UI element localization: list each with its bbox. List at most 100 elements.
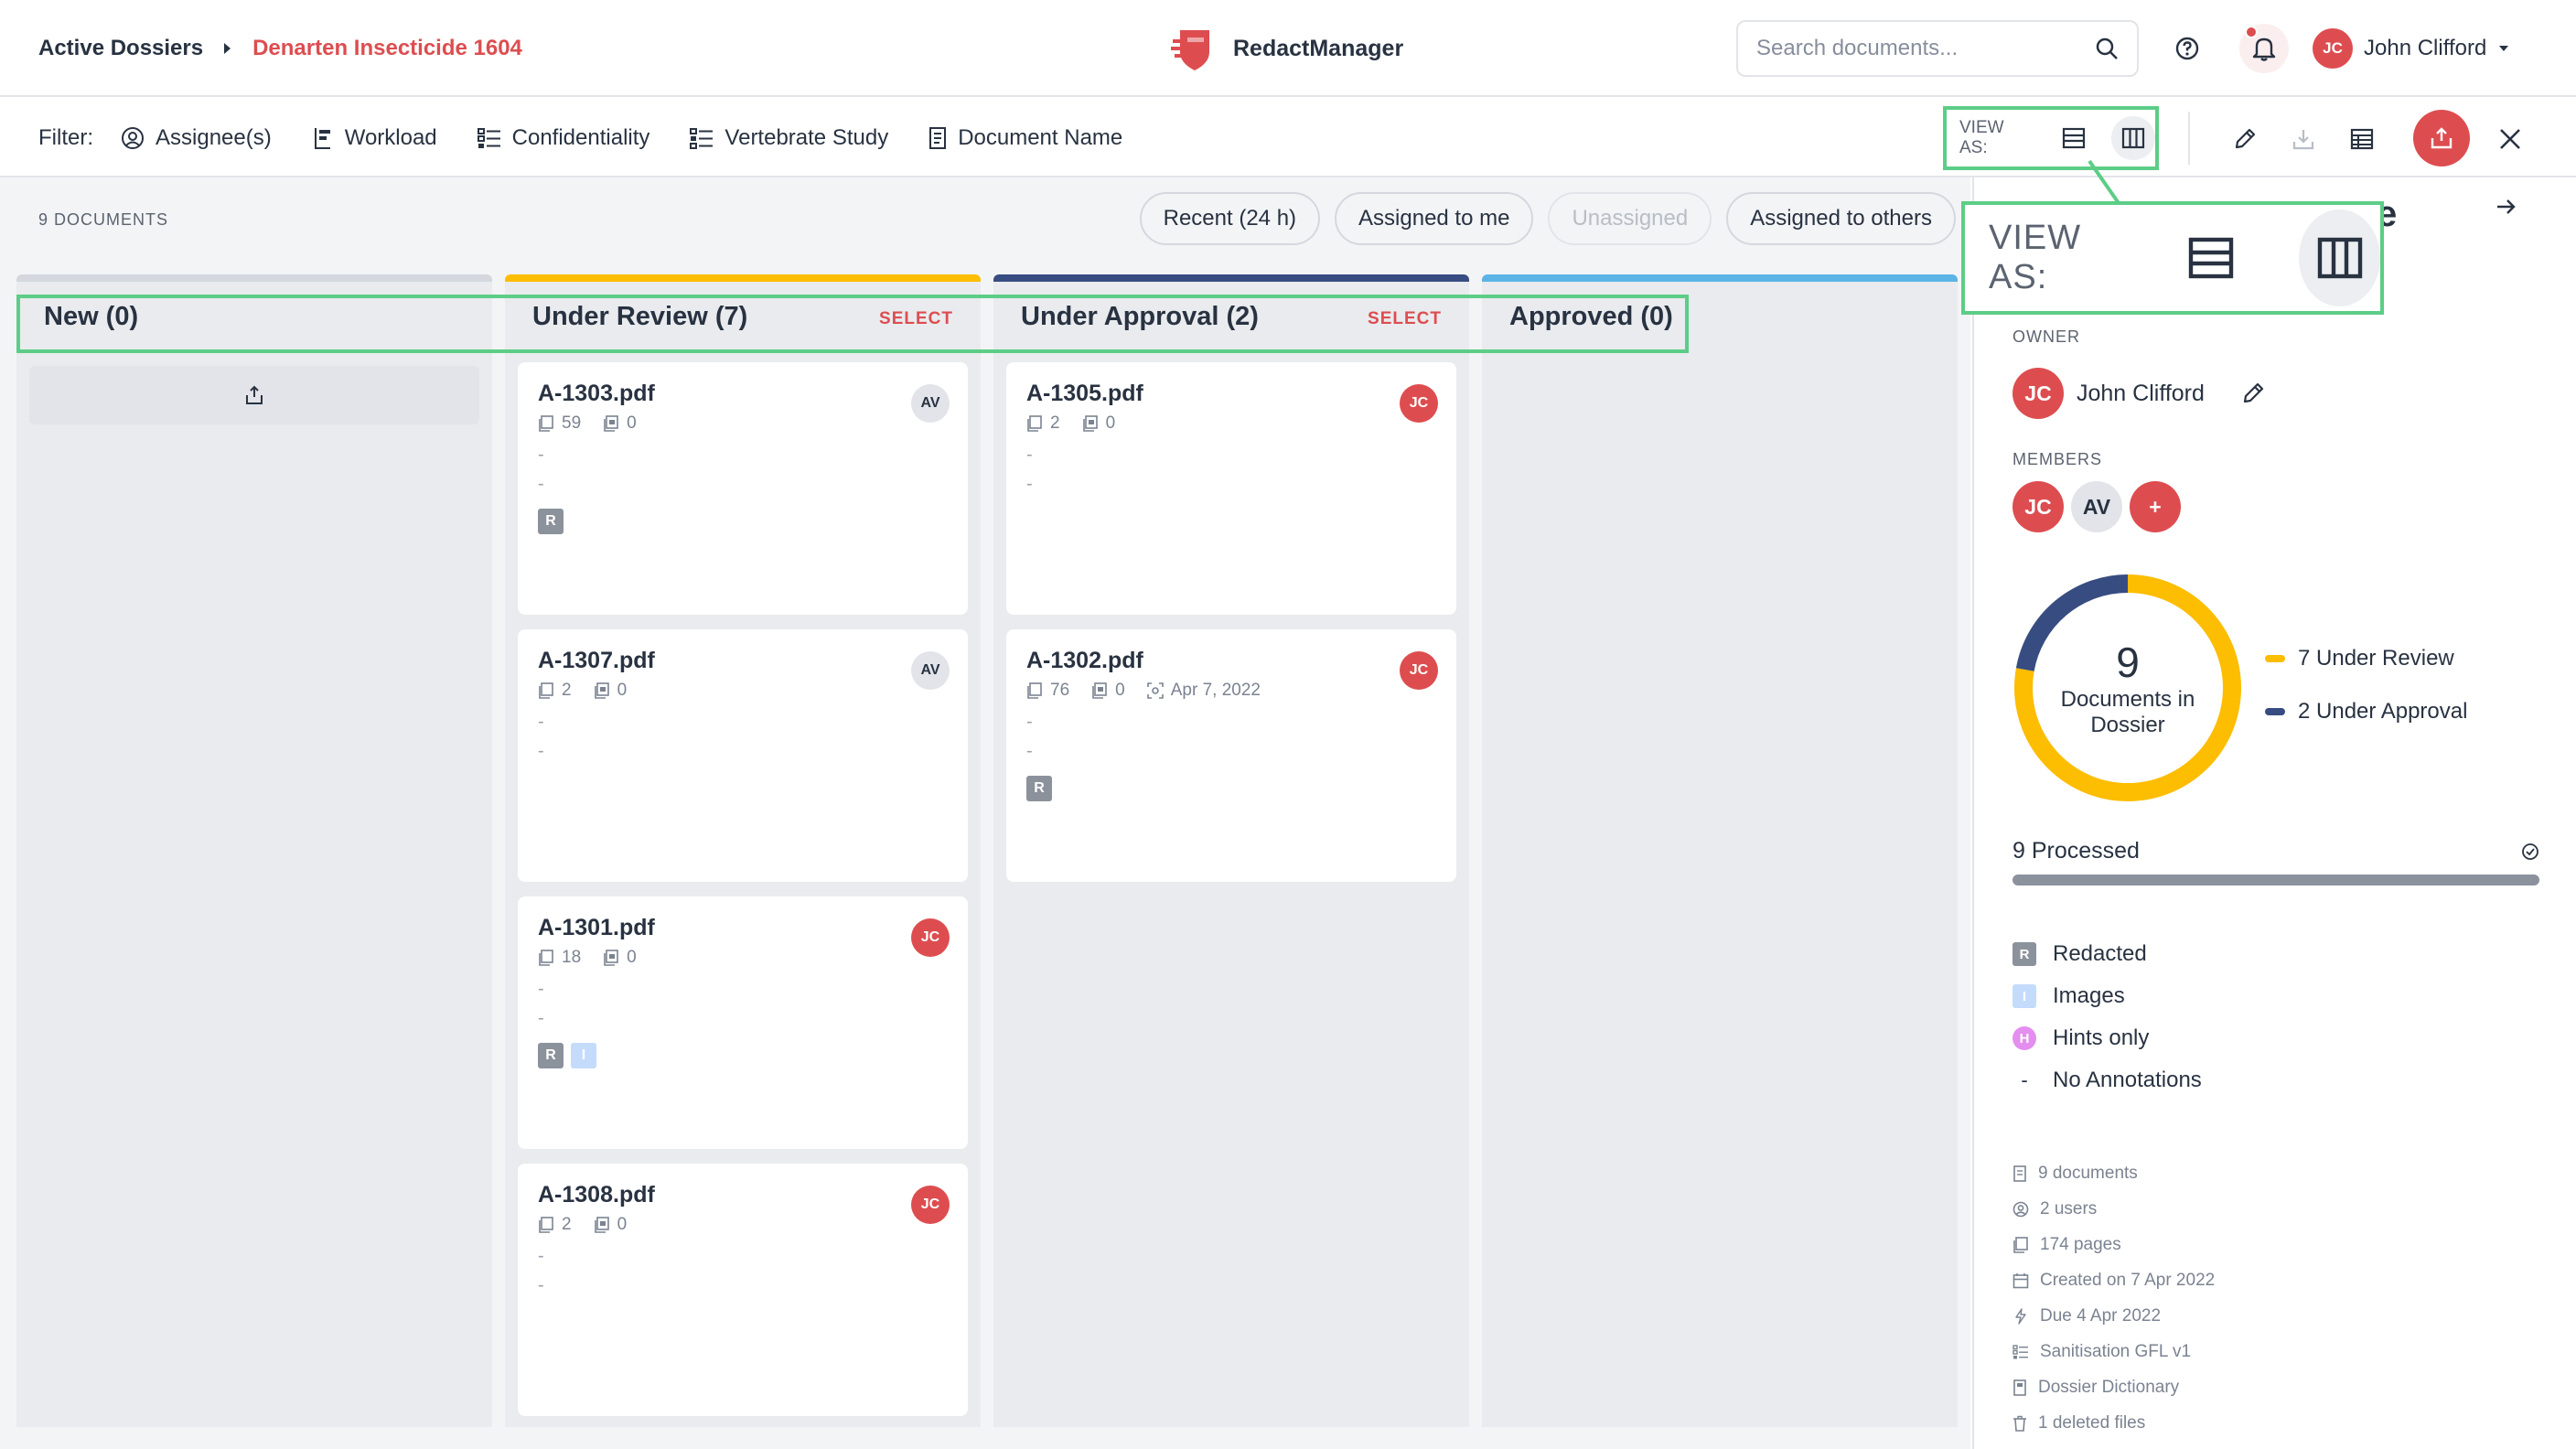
member-avatar[interactable]: AV <box>2071 481 2122 532</box>
calendar-icon <box>2012 1273 2029 1289</box>
owner-name: John Clifford <box>2077 380 2205 406</box>
annotation-count: 0 <box>617 1215 628 1234</box>
column-color-bar <box>993 274 1469 282</box>
user-name: John Clifford <box>2364 36 2487 60</box>
member-avatar[interactable]: JC <box>2012 481 2064 532</box>
annotations-icon <box>1092 682 1107 699</box>
card-dash: - <box>538 474 544 494</box>
quick-filter-assigned-to-others[interactable]: Assigned to others <box>1726 192 1956 245</box>
zoom-list-view-button <box>2170 209 2251 306</box>
document-card[interactable]: A-1303.pdf 59 0 - - R AV <box>518 362 968 615</box>
column-under-approval: Under Approval (2) SELECT A-1305.pdf 2 0… <box>993 274 1469 1427</box>
page-count: 2 <box>562 681 572 700</box>
download-button[interactable] <box>2278 113 2329 165</box>
dossier-board: 9 DOCUMENTS Recent (24 h) Assigned to me… <box>0 177 1970 1449</box>
toolbar-divider <box>2188 112 2190 165</box>
add-member-button[interactable]: + <box>2130 481 2181 532</box>
annotation-count: 0 <box>627 948 637 967</box>
document-meta: 76 0 Apr 7, 2022 <box>1026 681 1273 701</box>
document-meta: 2 0 <box>538 681 639 701</box>
assignee-avatar[interactable]: JC <box>911 1186 950 1224</box>
column-title: New (0) <box>44 302 139 331</box>
search-input[interactable] <box>1756 36 2067 61</box>
annotation-count: 0 <box>1105 413 1116 433</box>
quick-filter-recent[interactable]: Recent (24 h) <box>1139 192 1321 245</box>
column-approved: Approved (0) <box>1482 274 1958 1427</box>
filter-document-name[interactable]: Document Name <box>928 125 1122 151</box>
filter-vertebrate-study[interactable]: Vertebrate Study <box>690 125 888 151</box>
stat-text: Created on 7 Apr 2022 <box>2040 1271 2216 1290</box>
breadcrumb-current-dossier[interactable]: Denarten Insecticide 1604 <box>252 36 522 61</box>
legend-under-review[interactable]: 7 Under Review <box>2265 646 2467 671</box>
card-dash: - <box>1026 712 1033 732</box>
search-icon[interactable] <box>2095 37 2119 60</box>
document-name: A-1302.pdf <box>1026 648 1143 673</box>
legend-swatch <box>2265 708 2285 715</box>
column-color-bar <box>16 274 492 282</box>
legend-images: I Images <box>2012 983 2202 1008</box>
pages-icon <box>1027 682 1042 699</box>
app-logo[interactable]: RedactManager <box>1171 22 1403 75</box>
arrow-right-icon <box>2497 199 2516 214</box>
assignee-avatar[interactable]: JC <box>911 918 950 957</box>
filter-workload-label: Workload <box>344 125 437 150</box>
quick-filter-assigned-to-me[interactable]: Assigned to me <box>1335 192 1534 245</box>
collapse-panel-button[interactable] <box>2496 198 2517 216</box>
legend-label: Images <box>2053 983 2125 1008</box>
document-meta: 59 0 <box>538 413 649 434</box>
processed-status: 9 Processed <box>2012 838 2539 864</box>
view-as-list-button[interactable] <box>2052 116 2096 160</box>
notifications-button[interactable] <box>2239 24 2289 73</box>
column-under-review: Under Review (7) SELECT A-1303.pdf 59 0 … <box>505 274 981 1427</box>
breadcrumb-active-dossiers[interactable]: Active Dossiers <box>38 36 203 61</box>
zoom-board-view-button <box>2299 209 2380 306</box>
upload-drop-zone[interactable] <box>29 366 479 424</box>
assignee-avatar[interactable]: JC <box>1400 384 1438 423</box>
legend-redacted: R Redacted <box>2012 941 2202 966</box>
annotations-icon <box>594 682 609 699</box>
stat-text: 174 pages <box>2040 1235 2121 1254</box>
legend-under-approval[interactable]: 2 Under Approval <box>2265 699 2467 724</box>
document-card[interactable]: A-1305.pdf 2 0 - - JC <box>1006 362 1456 615</box>
stat-dictionary: Dossier Dictionary <box>2012 1378 2215 1398</box>
document-meta: 18 0 <box>538 948 649 968</box>
search-box[interactable] <box>1736 20 2139 77</box>
annotation-tags: R <box>538 509 564 534</box>
quick-filter-unassigned[interactable]: Unassigned <box>1548 192 1712 245</box>
breadcrumb: Active Dossiers Denarten Insecticide 160… <box>38 0 522 97</box>
filter-confidentiality[interactable]: Confidentiality <box>477 125 649 151</box>
members-label: MEMBERS <box>2012 450 2103 468</box>
stat-text: 9 documents <box>2038 1164 2138 1183</box>
stat-template: Sanitisation GFL v1 <box>2012 1342 2215 1362</box>
select-button[interactable]: SELECT <box>1368 309 1442 329</box>
document-card[interactable]: A-1302.pdf 76 0 Apr 7, 2022 - - R JC <box>1006 629 1456 882</box>
annotation-tags: R I <box>538 1043 596 1068</box>
edit-dossier-button[interactable] <box>2219 113 2270 165</box>
document-card[interactable]: A-1307.pdf 2 0 - - AV <box>518 629 968 882</box>
edit-owner-button[interactable] <box>2241 381 2265 405</box>
assignee-avatar[interactable]: JC <box>1400 651 1438 690</box>
legend-hints-only: H Hints only <box>2012 1025 2202 1050</box>
help-button[interactable] <box>2163 24 2212 73</box>
select-button[interactable]: SELECT <box>879 309 953 329</box>
page-count: 2 <box>1050 413 1060 433</box>
workload-icon <box>314 128 330 149</box>
user-circle-icon <box>122 127 144 149</box>
assignee-avatar[interactable]: AV <box>911 384 950 423</box>
close-button[interactable] <box>2485 113 2536 165</box>
spreadsheet-button[interactable] <box>2336 113 2388 165</box>
view-as-board-button[interactable] <box>2111 116 2156 160</box>
document-card[interactable]: A-1301.pdf 18 0 - - R I JC <box>518 896 968 1149</box>
upload-button[interactable] <box>2413 110 2470 166</box>
filter-workload[interactable]: Workload <box>312 125 437 151</box>
user-menu[interactable]: JC John Clifford <box>2313 27 2510 70</box>
dictionary-icon <box>2013 1379 2026 1396</box>
document-card[interactable]: A-1308.pdf 2 0 - - JC <box>518 1164 968 1416</box>
card-dash: - <box>538 741 544 761</box>
pages-icon <box>539 1217 553 1233</box>
trash-icon <box>2013 1415 2026 1432</box>
assignee-avatar[interactable]: AV <box>911 651 950 690</box>
filter-assignee[interactable]: Assignee(s) <box>121 125 272 151</box>
annotations-icon <box>604 950 618 966</box>
app-name: RedactManager <box>1233 35 1404 61</box>
